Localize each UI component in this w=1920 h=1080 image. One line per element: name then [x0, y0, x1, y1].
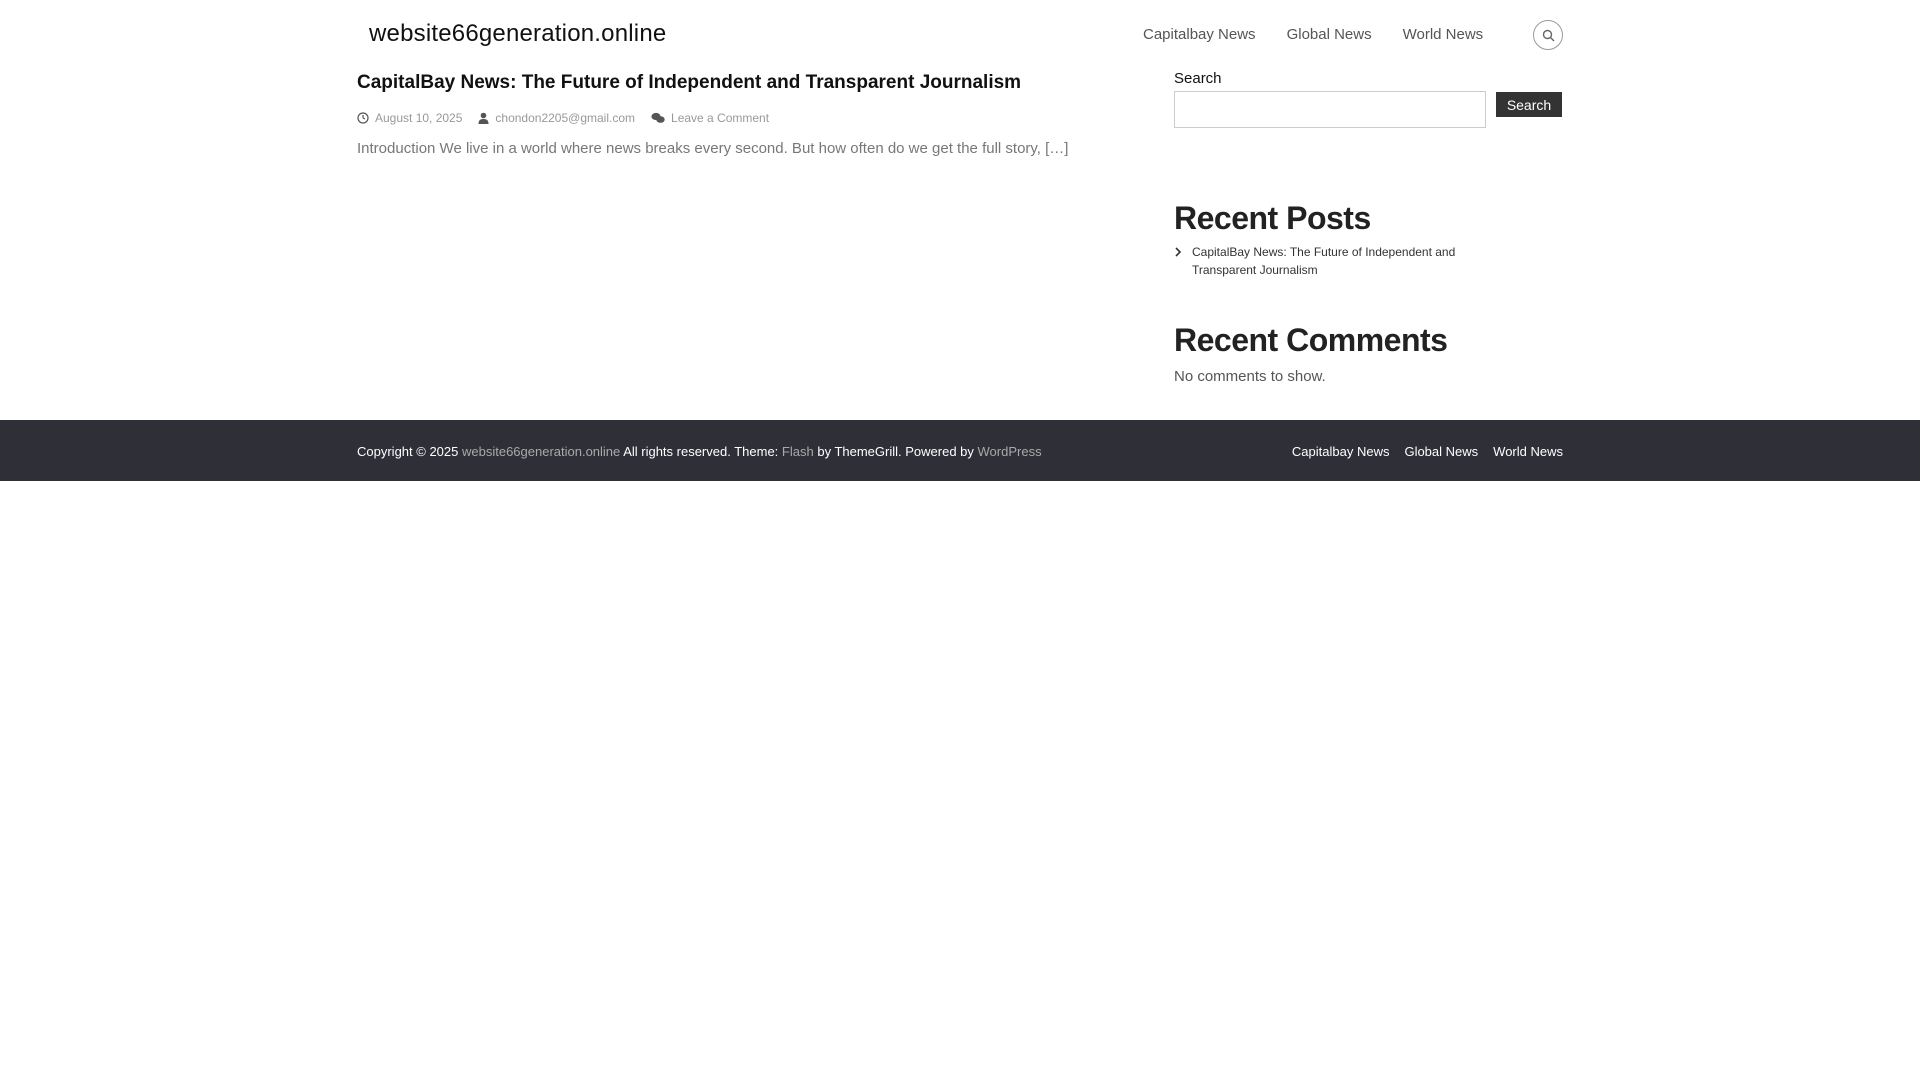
chevron-right-icon — [1175, 247, 1182, 257]
post-author: chondon2205@gmail.com — [478, 111, 635, 125]
footer-nav: Capitalbay News Global News World News — [1292, 444, 1563, 459]
comments-icon — [651, 112, 665, 123]
clock-icon — [357, 112, 369, 124]
search-label: Search — [1174, 70, 1222, 87]
user-icon — [478, 112, 489, 124]
post-excerpt: Introduction We live in a world where ne… — [357, 140, 1069, 157]
copyright: Copyright © 2025 website66generation.onl… — [357, 444, 1042, 459]
copyright-prefix: Copyright © 2025 — [357, 444, 459, 459]
leave-comment-link[interactable]: Leave a Comment — [671, 111, 769, 125]
post-meta: August 10, 2025 chondon2205@gmail.com Le… — [357, 111, 769, 125]
nav-item-global-news[interactable]: Global News — [1287, 26, 1372, 43]
post-author-link[interactable]: chondon2205@gmail.com — [495, 111, 635, 125]
site-header: website66generation.online Capitalbay Ne… — [0, 0, 1920, 70]
footer-nav-world-news[interactable]: World News — [1493, 444, 1563, 459]
footer-nav-global-news[interactable]: Global News — [1404, 444, 1478, 459]
post-date-link[interactable]: August 10, 2025 — [375, 111, 462, 125]
post-date: August 10, 2025 — [357, 111, 462, 125]
rights-text: All rights reserved. Theme: — [623, 444, 779, 459]
site-title-link[interactable]: website66generation.online — [369, 20, 666, 48]
site-footer: Copyright © 2025 website66generation.onl… — [0, 420, 1920, 481]
post-title-link[interactable]: CapitalBay News: The Future of Independe… — [357, 72, 1117, 94]
recent-comments-heading: Recent Comments — [1174, 322, 1448, 358]
search-button[interactable]: Search — [1496, 92, 1562, 117]
theme-link[interactable]: Flash — [782, 444, 814, 459]
search-toggle-button[interactable] — [1533, 20, 1563, 50]
footer-site-link[interactable]: website66generation.online — [462, 444, 620, 459]
footer-nav-capitalbay-news[interactable]: Capitalbay News — [1292, 444, 1390, 459]
no-comments-text: No comments to show. — [1174, 368, 1326, 385]
recent-posts-heading: Recent Posts — [1174, 200, 1371, 236]
nav-item-capitalbay-news[interactable]: Capitalbay News — [1143, 26, 1256, 43]
post-comments: Leave a Comment — [651, 111, 769, 125]
wordpress-link[interactable]: WordPress — [978, 444, 1042, 459]
nav-item-world-news[interactable]: World News — [1403, 26, 1484, 43]
recent-post-link[interactable]: CapitalBay News: The Future of Independe… — [1192, 243, 1514, 279]
search-input[interactable] — [1174, 91, 1486, 128]
primary-nav: Capitalbay News Global News World News — [1143, 26, 1483, 43]
recent-post-item: CapitalBay News: The Future of Independe… — [1174, 243, 1514, 279]
search-icon — [1542, 29, 1554, 41]
by-text: by ThemeGrill. Powered by — [817, 444, 974, 459]
